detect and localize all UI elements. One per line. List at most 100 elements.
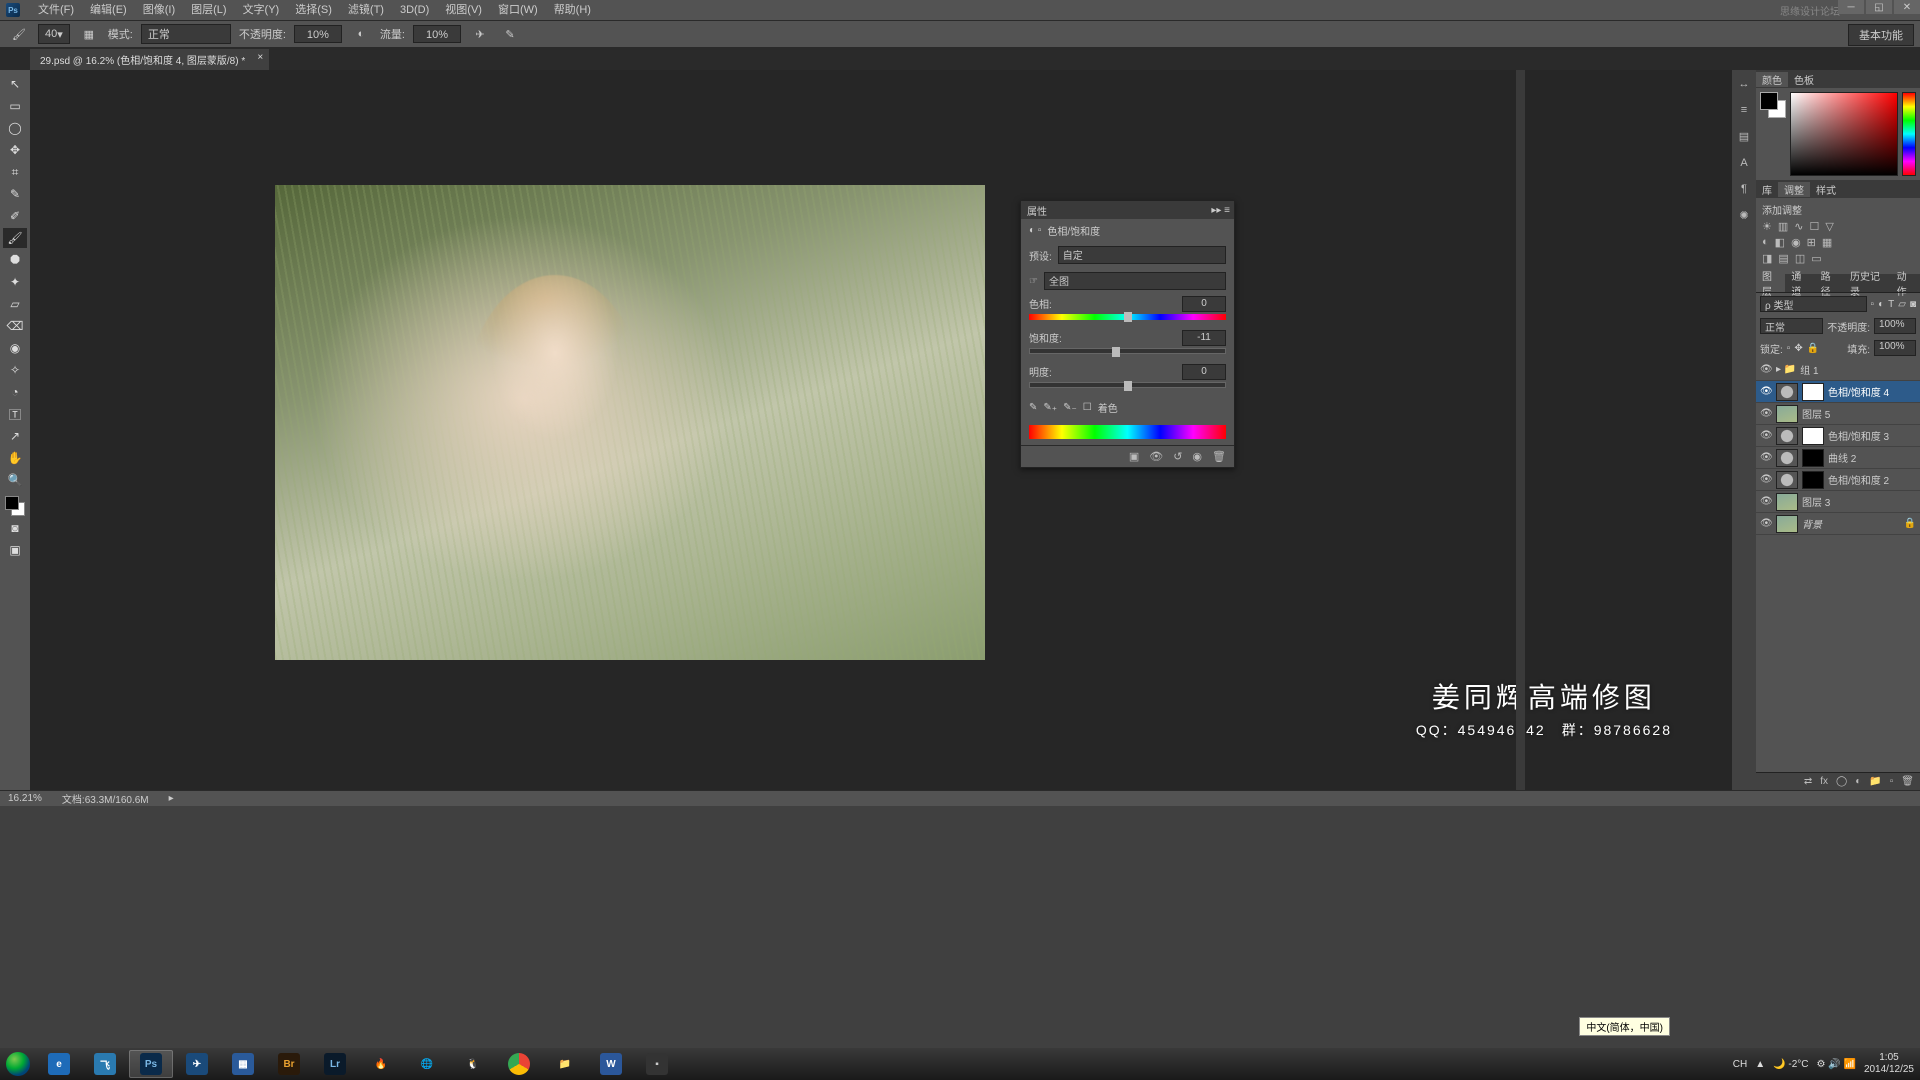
crop-tool[interactable]: ⌗ [3,162,27,182]
visibility-icon[interactable]: 👁 [1760,386,1772,397]
lightness-value[interactable]: 0 [1182,364,1226,380]
finger-icon[interactable]: ☞ [1029,276,1038,287]
close-tab-icon[interactable]: × [257,52,263,63]
dock-icon-4[interactable]: A [1740,157,1747,169]
taskbar-ie[interactable]: e [37,1050,81,1078]
clip-icon[interactable]: ▣ [1129,450,1139,463]
dock-icon-1[interactable]: ↔ [1739,78,1750,90]
dodge-tool[interactable]: ✧ [3,360,27,380]
taskbar-chrome[interactable] [497,1050,541,1078]
brush-panel-icon[interactable]: ▦ [78,23,100,45]
color-field[interactable] [1790,92,1898,176]
screen-mode-icon[interactable]: ▣ [3,540,27,560]
pressure-opacity-icon[interactable]: ◐ [350,23,372,45]
visibility-icon[interactable]: 👁 [1760,364,1772,375]
menu-3d[interactable]: 3D(D) [392,0,437,20]
layer-row-selected[interactable]: 👁色相/饱和度 4 [1756,381,1920,403]
visibility-icon[interactable]: 👁 [1760,452,1772,463]
history-brush-tool[interactable]: ✦ [3,272,27,292]
blur-tool[interactable]: ◉ [3,338,27,358]
path-select-tool[interactable]: ↗ [3,426,27,446]
properties-header[interactable]: 属性 ▸▸ ≡ [1021,201,1234,219]
menu-file[interactable]: 文件(F) [30,0,82,20]
marquee-tool[interactable]: ▭ [3,96,27,116]
airbrush-icon[interactable]: ✈ [469,23,491,45]
layer-kind-filter[interactable]: ρ 类型 [1760,296,1867,312]
lasso-tool[interactable]: ◯ [3,118,27,138]
hue-strip[interactable] [1902,92,1916,176]
window-close[interactable]: ✕ [1894,0,1920,14]
filter-type-icon[interactable]: T [1888,299,1894,310]
preset-select[interactable]: 自定 [1058,246,1226,264]
adj-vibrance-icon[interactable]: ▽ [1825,220,1833,233]
document-tab[interactable]: 29.psd @ 16.2% (色相/饱和度 4, 图层蒙版/8) * × [30,49,269,70]
visibility-icon[interactable]: 👁 [1760,474,1772,485]
quick-select-tool[interactable]: ✥ [3,140,27,160]
move-tool[interactable]: ↖ [3,74,27,94]
link-layers-icon[interactable]: ⇄ [1804,776,1812,787]
saturation-slider[interactable] [1029,348,1226,354]
adj-exposure-icon[interactable]: ☐ [1810,220,1820,233]
layer-row[interactable]: 👁色相/饱和度 3 [1756,425,1920,447]
channel-select[interactable]: 全图 [1044,272,1226,290]
taskbar-lightroom[interactable]: Lr [313,1050,357,1078]
filter-pixel-icon[interactable]: ▫ [1871,299,1875,310]
visibility-icon[interactable]: 👁 [1760,518,1772,529]
weather-temp[interactable]: 🌙 -2°C [1773,1059,1808,1070]
gradient-tool[interactable]: ⌫ [3,316,27,336]
eyedropper-3-icon[interactable]: ✎₋ [1063,402,1077,413]
adj-threshold-icon[interactable]: ◫ [1795,252,1805,265]
taskbar-app8[interactable]: 🔥 [359,1050,403,1078]
taskbar-qq[interactable]: 🐧 [451,1050,495,1078]
filter-shape-icon[interactable]: ▱ [1898,299,1906,310]
reset-icon[interactable]: ↺ [1173,450,1182,463]
canvas-area[interactable]: 姜同辉高端修图 QQ：454946742 群：98786628 属性 ▸▸ ≡ … [30,70,1732,790]
saturation-value[interactable]: -11 [1182,330,1226,346]
adj-hue-icon[interactable]: ◐ [1762,236,1769,249]
lock-pixels-icon[interactable]: ▫ [1787,343,1791,354]
hand-tool[interactable]: ✋ [3,448,27,468]
toggle-visibility-icon[interactable]: ◉ [1192,450,1202,463]
color-range-bar[interactable] [1029,425,1226,439]
menu-edit[interactable]: 编辑(E) [82,0,135,20]
fill-input[interactable]: 100% [1874,340,1916,356]
taskbar-explorer[interactable]: 📁 [543,1050,587,1078]
dock-icon-2[interactable]: ≡ [1741,104,1747,116]
adj-photofilter-icon[interactable]: ◉ [1791,236,1801,249]
styles-tab[interactable]: 样式 [1810,182,1842,197]
adj-bw-icon[interactable]: ◧ [1775,236,1785,249]
blend-mode-dropdown[interactable]: 正常 [1760,318,1823,334]
panel-scroll[interactable] [1516,70,1525,790]
taskbar-bridge[interactable]: Br [267,1050,311,1078]
dock-icon-3[interactable]: ▤ [1739,130,1749,143]
healing-tool[interactable]: ✐ [3,206,27,226]
opacity-input[interactable]: 10% [294,25,342,43]
ime-indicator[interactable]: CH [1733,1059,1747,1070]
pen-tool[interactable]: ◔ [3,382,27,402]
tray-icon[interactable]: ▲ [1755,1059,1765,1070]
zoom-tool[interactable]: 🔍 [3,470,27,490]
window-restore[interactable]: ◱ [1866,0,1892,14]
visibility-icon[interactable]: 👁 [1760,496,1772,507]
layer-row-bg[interactable]: 👁背景🔒 [1756,513,1920,535]
brush-tool[interactable]: 🖌 [3,228,27,248]
menu-help[interactable]: 帮助(H) [546,0,599,20]
lock-position-icon[interactable]: ✥ [1794,343,1802,354]
prev-icon[interactable]: 👁 [1149,450,1163,463]
taskbar-word[interactable]: W [589,1050,633,1078]
adj-levels-icon[interactable]: ▥ [1778,220,1788,233]
adj-invert-icon[interactable]: ◨ [1762,252,1772,265]
dock-icon-5[interactable]: ¶ [1741,183,1747,195]
taskbar-app5[interactable]: ▦ [221,1050,265,1078]
menu-layer[interactable]: 图层(L) [183,0,234,20]
pressure-size-icon[interactable]: ✎ [499,23,521,45]
taskbar-photoshop[interactable]: Ps [129,1050,173,1078]
panel-menu-icon[interactable]: ▸▸ ≡ [1211,205,1230,216]
window-minimize[interactable]: ─ [1838,0,1864,14]
layer-row-group[interactable]: 👁▸ 📁组 1 [1756,359,1920,381]
dock-icon-6[interactable]: ✺ [1739,209,1748,222]
new-layer-icon[interactable]: ▫ [1890,776,1894,787]
swatches-tab[interactable]: 色板 [1788,72,1820,87]
adj-curves-icon[interactable]: ∿ [1794,220,1803,233]
visibility-icon[interactable]: 👁 [1760,430,1772,441]
